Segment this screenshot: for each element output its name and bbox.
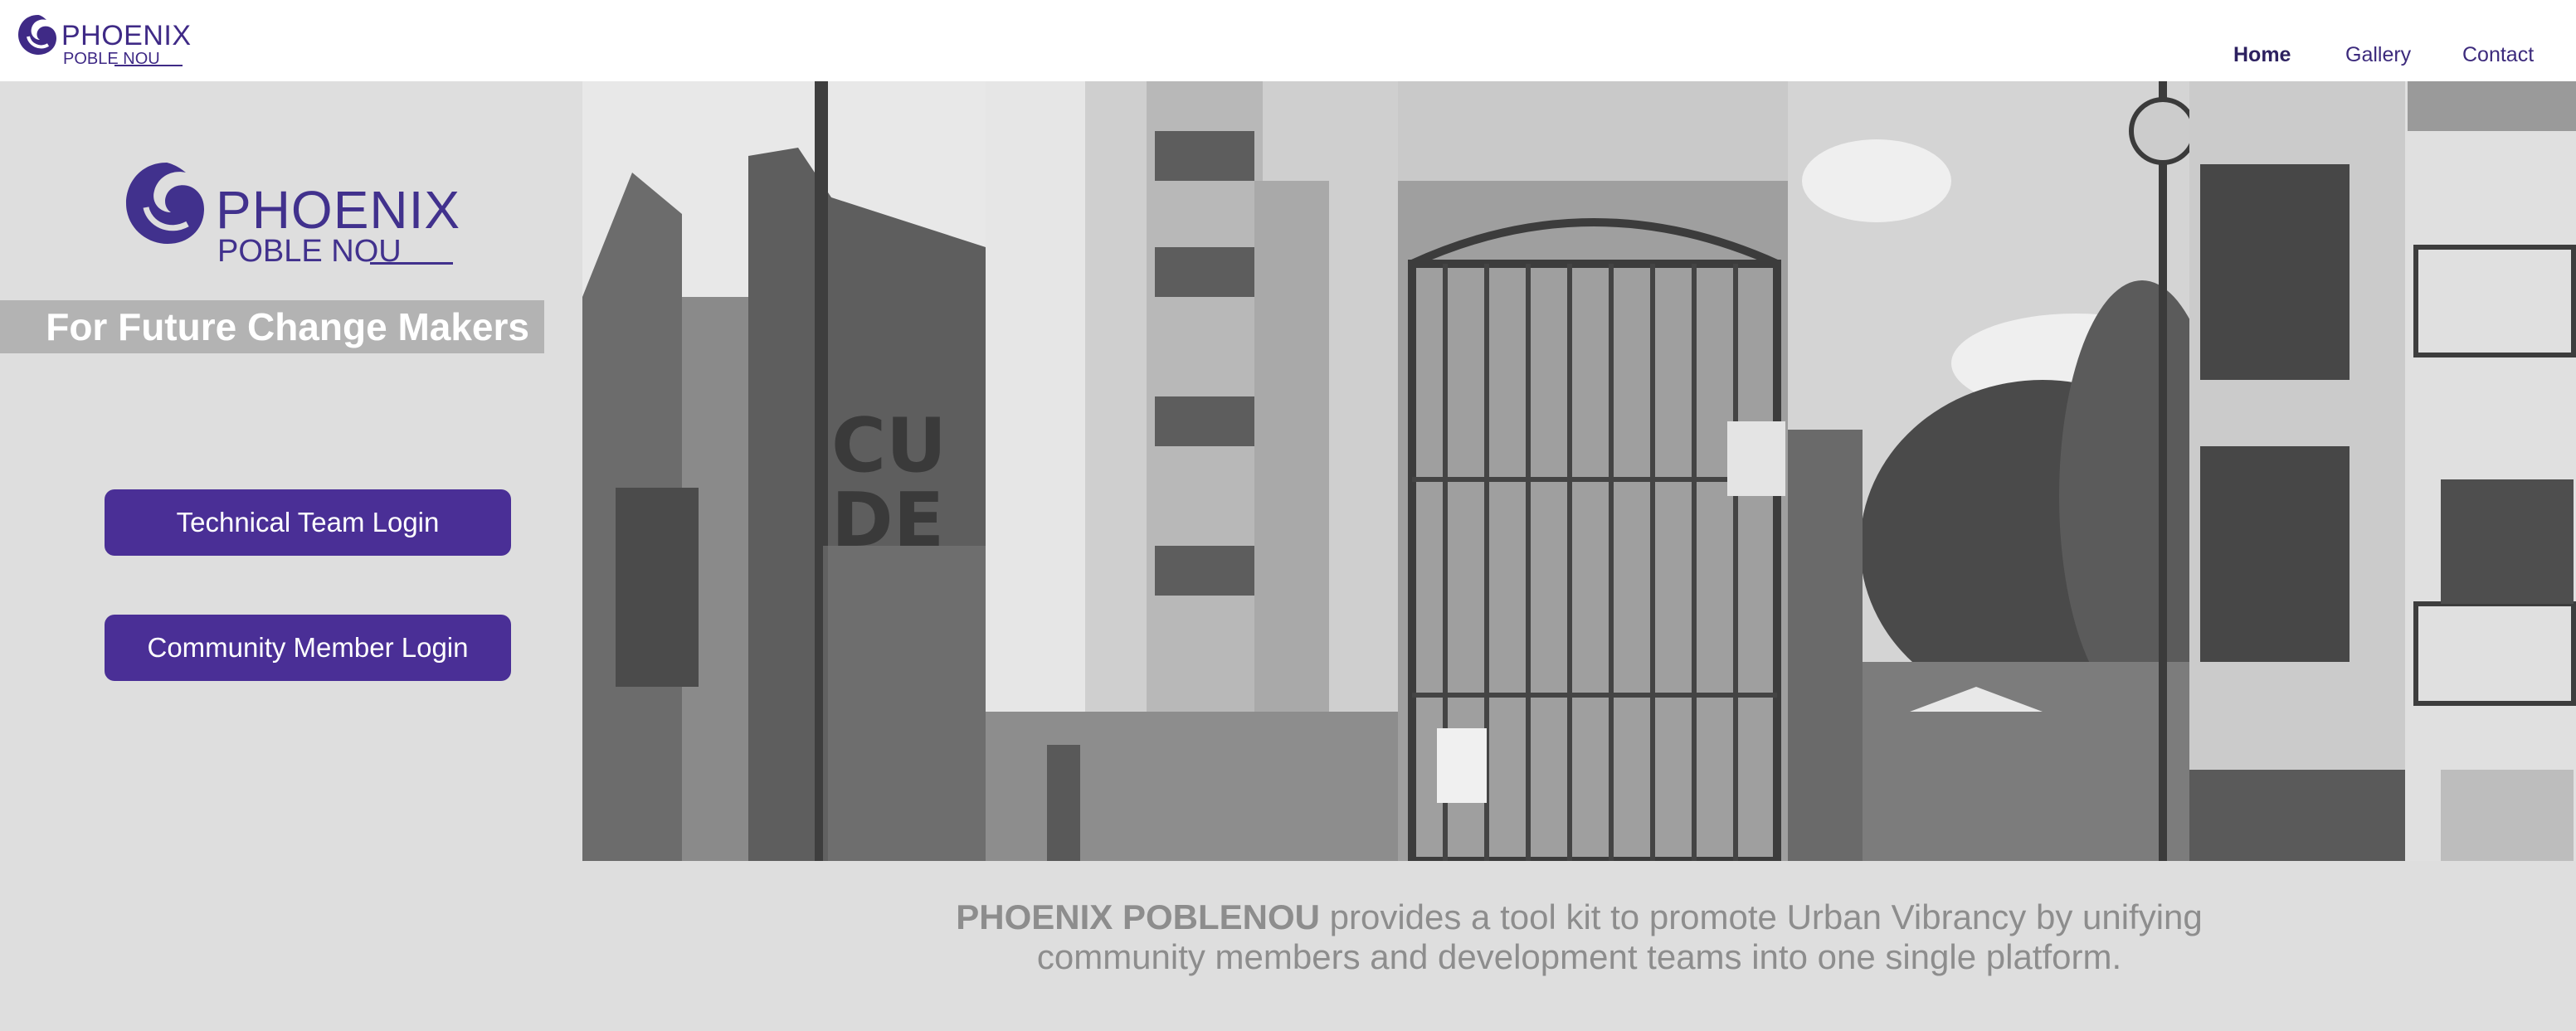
hero-logo: PHOENIX POBLE NOU (121, 158, 470, 274)
phoenix-swirl-logo-icon (18, 15, 56, 55)
description-line1-text: provides a tool kit to promote Urban Vib… (1319, 897, 2203, 936)
tagline: For Future Change Makers (0, 300, 544, 353)
community-member-login-button[interactable]: Community Member Login (105, 615, 511, 681)
hero-logo-underline (370, 262, 453, 265)
hero-photo-collage: CU DE (582, 81, 2576, 861)
phoenix-swirl-logo-icon (126, 163, 204, 244)
nav-contact[interactable]: Contact (2462, 43, 2534, 67)
header-logo-underline (114, 65, 183, 66)
description-brand: PHOENIX POBLENOU (956, 897, 1320, 936)
description-line1: PHOENIX POBLENOU provides a tool kit to … (582, 897, 2576, 937)
technical-team-login-button[interactable]: Technical Team Login (105, 489, 511, 556)
hero-logo-line1: PHOENIX (216, 180, 461, 240)
platform-description: PHOENIX POBLENOU provides a tool kit to … (582, 897, 2576, 977)
nav-home[interactable]: Home (2233, 43, 2291, 67)
street-photos-image: CU DE (582, 81, 2576, 861)
top-bar: PHOENIX POBLE NOU Home Gallery Contact (0, 0, 2576, 81)
description-line2: community members and development teams … (1036, 937, 2122, 976)
svg-text:DE: DE (831, 477, 944, 564)
header-logo[interactable]: PHOENIX POBLE NOU (15, 12, 192, 70)
nav-gallery[interactable]: Gallery (2345, 43, 2411, 67)
header-logo-line1: PHOENIX (61, 20, 192, 51)
